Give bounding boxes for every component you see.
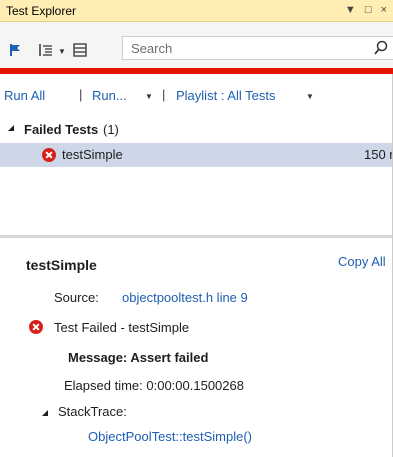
group-failed-tests[interactable]: Failed Tests (1) <box>0 119 393 141</box>
window-controls[interactable]: ▼ □ × <box>345 4 390 16</box>
search-input[interactable]: Search <box>131 41 172 56</box>
separator: | <box>162 87 166 102</box>
group-by-icon[interactable] <box>38 42 54 58</box>
copy-all-link[interactable]: Copy All <box>338 254 386 269</box>
test-name: testSimple <box>62 147 123 162</box>
window-title: Test Explorer <box>6 4 77 18</box>
source-link[interactable]: objectpooltest.h line 9 <box>122 290 248 305</box>
test-row[interactable]: testSimple 150 ms <box>0 143 393 167</box>
splitter[interactable] <box>0 235 393 238</box>
run-link[interactable]: Run... <box>92 88 127 103</box>
failed-icon <box>29 320 43 334</box>
search-icon[interactable] <box>373 39 389 60</box>
detail-test-name: testSimple <box>26 257 97 273</box>
title-bar: Test Explorer ▼ □ × <box>0 0 393 22</box>
expand-triangle-icon[interactable] <box>8 125 14 131</box>
search-box[interactable]: Search <box>122 36 393 60</box>
separator: | <box>79 87 83 102</box>
stacktrace-link[interactable]: ObjectPoolTest::testSimple() <box>88 429 252 444</box>
toolbar: ▼ Search <box>0 22 393 68</box>
source-label: Source: <box>54 290 99 305</box>
failed-icon <box>42 148 56 162</box>
run-dropdown-icon[interactable]: ▼ <box>145 92 153 101</box>
stacktrace-label: StackTrace: <box>58 404 127 419</box>
test-duration: 150 ms <box>364 147 393 162</box>
playlist-dropdown-icon[interactable]: ▼ <box>306 92 314 101</box>
elapsed-time: Elapsed time: 0:00:00.1500268 <box>64 378 244 393</box>
group-count: (1) <box>103 122 119 137</box>
command-bar: Run All | Run... ▼ | Playlist : All Test… <box>0 74 393 114</box>
flag-icon[interactable] <box>8 42 24 58</box>
playlist-link[interactable]: Playlist : All Tests <box>176 88 275 103</box>
failure-message: Message: Assert failed <box>68 350 209 365</box>
test-status-text: Test Failed - testSimple <box>54 320 190 335</box>
run-all-link[interactable]: Run All <box>4 88 45 103</box>
playlist-icon[interactable] <box>72 42 88 58</box>
group-label: Failed Tests <box>24 122 99 137</box>
group-by-dropdown-icon[interactable]: ▼ <box>58 47 66 56</box>
stacktrace-expand-icon[interactable] <box>42 410 48 416</box>
